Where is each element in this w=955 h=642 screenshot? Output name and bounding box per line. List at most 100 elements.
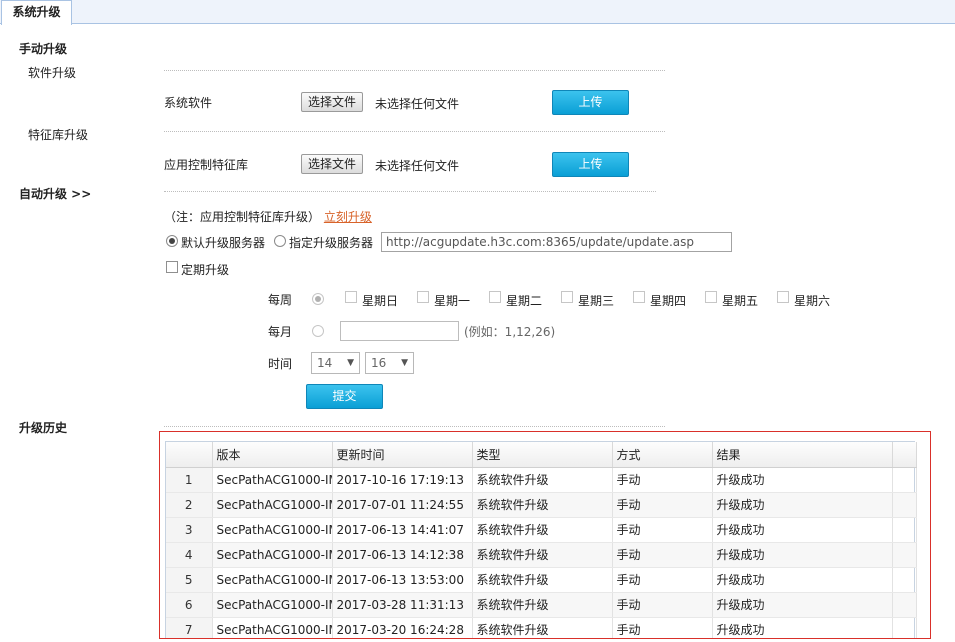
time-label: 时间 xyxy=(268,357,293,371)
friday-checkbox[interactable] xyxy=(705,291,717,303)
table-row[interactable]: 3 SecPathACG1000-IM 2017-06-13 14:41:07 … xyxy=(166,517,917,543)
cell-version: SecPathACG1000-IM xyxy=(212,617,333,638)
server-url-input[interactable]: http://acgupdate.h3c.com:8365/update/upd… xyxy=(381,232,732,252)
auto-upgrade-title[interactable]: 自动升级 >> xyxy=(19,185,91,202)
software-upgrade-heading: 软件升级 xyxy=(28,66,77,80)
cell-filler xyxy=(892,517,917,543)
cell-time: 2017-06-13 14:12:38 xyxy=(332,542,473,568)
cell-time: 2017-06-13 13:53:00 xyxy=(332,567,473,593)
divider xyxy=(164,191,656,192)
monday-label: 星期一 xyxy=(434,294,471,308)
cell-method: 手动 xyxy=(612,467,713,493)
choose-file-button[interactable]: 选择文件 xyxy=(301,154,364,174)
cell-filler xyxy=(892,492,917,518)
column-header-result[interactable]: 结果 xyxy=(712,442,893,468)
cell-time: 2017-03-28 11:31:13 xyxy=(332,592,473,618)
upgrade-now-link[interactable]: 立刻升级 xyxy=(324,210,372,224)
sunday-label: 星期日 xyxy=(362,294,399,308)
cell-method: 手动 xyxy=(612,567,713,593)
cell-version: SecPathACG1000-IM xyxy=(212,592,333,618)
table-row[interactable]: 1 SecPathACG1000-IM 2017-10-16 17:19:13 … xyxy=(166,467,917,493)
cell-result: 升级成功 xyxy=(712,492,893,518)
monthly-days-input[interactable] xyxy=(340,321,459,341)
wednesday-label: 星期三 xyxy=(578,294,615,308)
tuesday-checkbox[interactable] xyxy=(489,291,501,303)
choose-file-button[interactable]: 选择文件 xyxy=(301,92,364,112)
wednesday-checkbox[interactable] xyxy=(561,291,573,303)
periodic-upgrade-label: 定期升级 xyxy=(181,263,230,277)
default-server-label: 默认升级服务器 xyxy=(181,236,266,250)
row-number: 3 xyxy=(166,517,213,543)
cell-method: 手动 xyxy=(612,492,713,518)
auto-upgrade-note: （注：应用控制特征库升级） 立刻升级 xyxy=(164,208,372,225)
table-row[interactable]: 7 SecPathACG1000-IM 2017-03-20 16:24:28 … xyxy=(166,617,917,638)
upload-signature-button[interactable]: 上传 xyxy=(552,152,629,177)
sunday-checkbox[interactable] xyxy=(345,291,357,303)
table-row[interactable]: 5 SecPathACG1000-IM 2017-06-13 13:53:00 … xyxy=(166,567,917,593)
column-header-time[interactable]: 更新时间 xyxy=(332,442,473,468)
tab-system-upgrade[interactable]: 系统升级 xyxy=(1,0,72,25)
divider xyxy=(164,426,665,427)
cell-filler xyxy=(892,567,917,593)
manual-upgrade-title: 手动升级 xyxy=(19,42,68,56)
weekly-radio[interactable] xyxy=(312,293,324,305)
system-software-label: 系统软件 xyxy=(164,96,213,110)
periodic-upgrade-checkbox[interactable] xyxy=(166,261,178,273)
tuesday-label: 星期二 xyxy=(506,294,543,308)
no-file-text: 未选择任何文件 xyxy=(375,159,460,173)
row-number: 1 xyxy=(166,467,213,493)
friday-label: 星期五 xyxy=(722,294,759,308)
cell-version: SecPathACG1000-IM xyxy=(212,542,333,568)
cell-method: 手动 xyxy=(612,592,713,618)
custom-server-radio[interactable] xyxy=(274,235,286,247)
cell-type: 系统软件升级 xyxy=(472,567,613,593)
cell-method: 手动 xyxy=(612,517,713,543)
weekly-label: 每周 xyxy=(268,293,293,307)
note-text: （注：应用控制特征库升级） xyxy=(164,210,321,224)
cell-result: 升级成功 xyxy=(712,467,893,493)
row-number: 6 xyxy=(166,592,213,618)
signature-upgrade-heading: 特征库升级 xyxy=(28,128,89,142)
app-signature-label: 应用控制特征库 xyxy=(164,158,249,172)
column-header-version[interactable]: 版本 xyxy=(212,442,333,468)
no-file-text: 未选择任何文件 xyxy=(375,97,460,111)
row-number: 2 xyxy=(166,492,213,518)
cell-filler xyxy=(892,592,917,618)
column-header-type[interactable]: 类型 xyxy=(472,442,613,468)
column-header-method[interactable]: 方式 xyxy=(612,442,713,468)
upload-software-button[interactable]: 上传 xyxy=(552,90,629,115)
row-number: 4 xyxy=(166,542,213,568)
monthly-label: 每月 xyxy=(268,325,293,339)
column-header-filler xyxy=(892,442,917,468)
history-grid: 版本 更新时间 类型 方式 结果 1 SecPathACG1000-IM 201… xyxy=(165,441,917,638)
divider xyxy=(164,70,665,71)
submit-button[interactable]: 提交 xyxy=(306,384,383,409)
custom-server-label: 指定升级服务器 xyxy=(289,236,374,250)
cell-time: 2017-07-01 11:24:55 xyxy=(332,492,473,518)
table-row[interactable]: 4 SecPathACG1000-IM 2017-06-13 14:12:38 … xyxy=(166,542,917,568)
monday-checkbox[interactable] xyxy=(417,291,429,303)
monthly-radio[interactable] xyxy=(312,325,324,337)
default-server-radio[interactable] xyxy=(166,235,178,247)
cell-method: 手动 xyxy=(612,617,713,638)
cell-type: 系统软件升级 xyxy=(472,517,613,543)
row-number: 5 xyxy=(166,567,213,593)
thursday-label: 星期四 xyxy=(650,294,687,308)
cell-result: 升级成功 xyxy=(712,592,893,618)
table-row[interactable]: 2 SecPathACG1000-IM 2017-07-01 11:24:55 … xyxy=(166,492,917,518)
cell-type: 系统软件升级 xyxy=(472,617,613,638)
minute-select[interactable]: 16 ▼ xyxy=(365,352,414,374)
cell-type: 系统软件升级 xyxy=(472,467,613,493)
table-row[interactable]: 6 SecPathACG1000-IM 2017-03-28 11:31:13 … xyxy=(166,592,917,618)
upgrade-history-title: 升级历史 xyxy=(19,421,68,435)
cell-filler xyxy=(892,467,917,493)
row-number: 7 xyxy=(166,617,213,638)
divider xyxy=(164,131,665,132)
cell-time: 2017-10-16 17:19:13 xyxy=(332,467,473,493)
cell-method: 手动 xyxy=(612,542,713,568)
cell-type: 系统软件升级 xyxy=(472,542,613,568)
hour-select[interactable]: 14 ▼ xyxy=(311,352,360,374)
cell-version: SecPathACG1000-IM xyxy=(212,567,333,593)
thursday-checkbox[interactable] xyxy=(633,291,645,303)
saturday-checkbox[interactable] xyxy=(777,291,789,303)
